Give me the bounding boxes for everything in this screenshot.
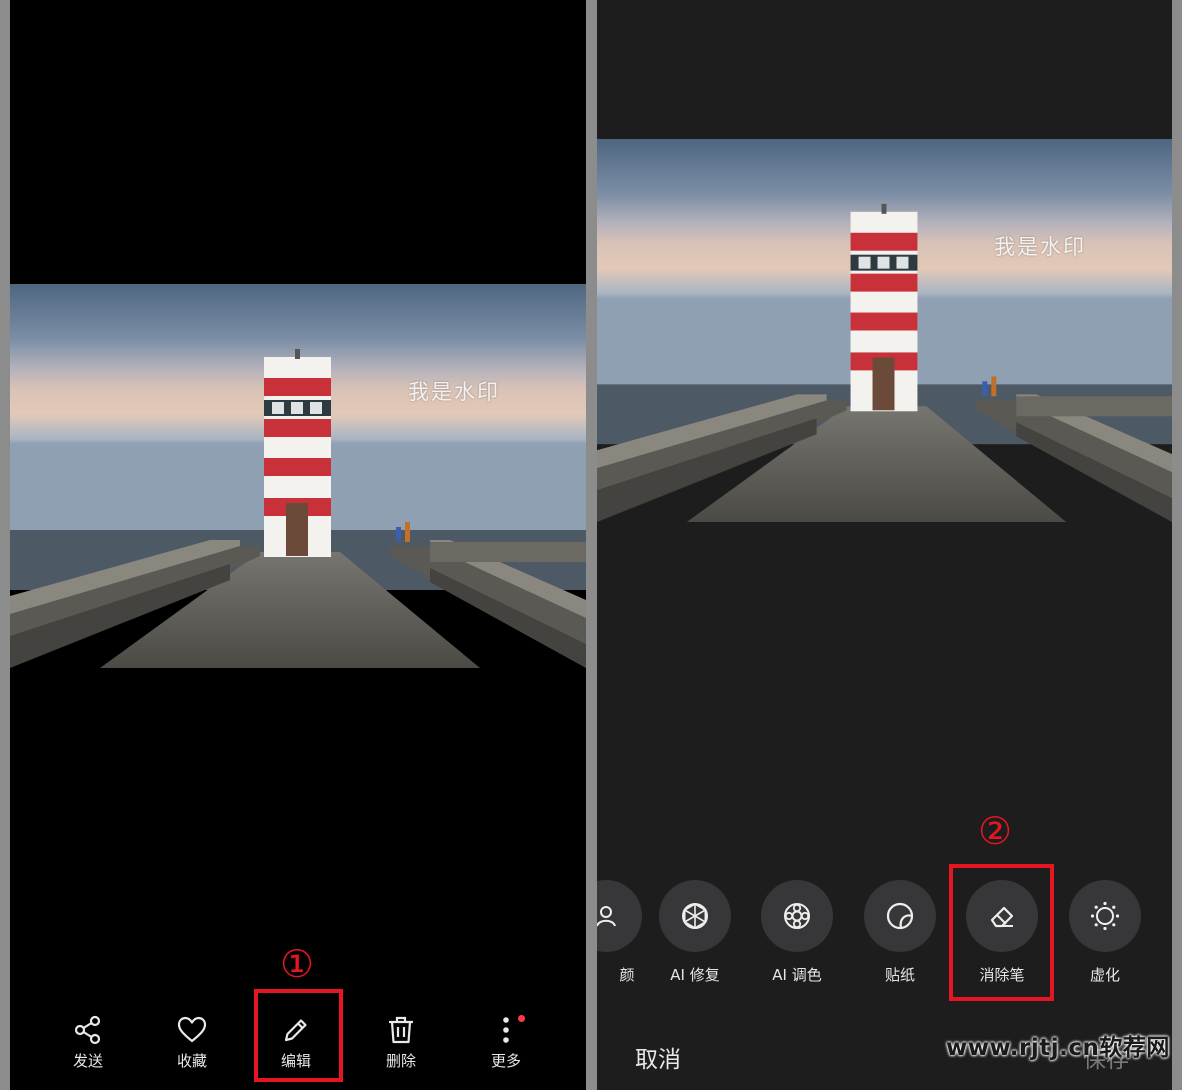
- aperture-icon: [682, 902, 708, 930]
- gallery-viewer-panel: 我是水印 发送 收藏 编辑 删除 更多 ①: [10, 0, 586, 1090]
- tool-ai-color-label: AI 调色: [772, 966, 822, 984]
- eraser-highlight-box: [949, 864, 1054, 1001]
- tool-blur-circle: [1069, 880, 1141, 952]
- trash-icon: [389, 1016, 413, 1044]
- lighthouse-photo: [597, 139, 1172, 522]
- step-marker-2: ②: [978, 809, 1013, 853]
- photo-edit-canvas[interactable]: 我是水印: [597, 139, 1172, 522]
- tool-ai-color[interactable]: AI 调色: [749, 880, 845, 985]
- favorite-button[interactable]: 收藏: [152, 1014, 232, 1078]
- share-icon: [74, 1015, 101, 1045]
- tool-sticker-circle: [864, 880, 936, 952]
- tool-ai-repair-circle: [659, 880, 731, 952]
- tool-blur[interactable]: 虚化: [1057, 880, 1153, 985]
- edit-highlight-box: [254, 989, 343, 1082]
- palette-wheel-icon: [784, 903, 810, 929]
- tool-sticker[interactable]: 贴纸: [852, 880, 948, 985]
- share-button[interactable]: 发送: [48, 1014, 128, 1078]
- blur-icon: [1090, 901, 1120, 931]
- tool-blur-label: 虚化: [1089, 966, 1120, 984]
- more-label: 更多: [490, 1052, 521, 1070]
- favorite-label: 收藏: [176, 1052, 207, 1070]
- delete-button[interactable]: 删除: [361, 1014, 441, 1078]
- step-marker-1: ①: [280, 942, 315, 986]
- tool-ai-repair-label: AI 修复: [670, 966, 720, 984]
- photo-editor-panel: 我是水印 颜 AI 修复 AI 调色 贴纸 消除笔 虚化 ② 取消 保存: [597, 0, 1172, 1090]
- notification-dot: [518, 1015, 525, 1022]
- photo-watermark-text: 我是水印: [408, 380, 500, 404]
- tool-beauty-label: 颜: [619, 966, 635, 984]
- tool-sticker-label: 贴纸: [884, 966, 915, 984]
- beauty-icon: [597, 906, 616, 927]
- cancel-button[interactable]: 取消: [635, 1040, 681, 1074]
- lighthouse-photo: [10, 284, 586, 668]
- share-label: 发送: [72, 1052, 103, 1070]
- more-button[interactable]: 更多: [466, 1014, 546, 1078]
- photo-watermark-text: 我是水印: [994, 235, 1086, 259]
- tool-beauty-circle: [597, 880, 642, 952]
- heart-icon: [177, 1016, 207, 1043]
- tool-ai-color-circle: [761, 880, 833, 952]
- tool-beauty[interactable]: 颜: [597, 880, 654, 985]
- sticker-icon: [886, 902, 914, 930]
- site-watermark: www.rjtj.cn软荐网: [946, 1035, 1170, 1061]
- photo-preview[interactable]: 我是水印: [10, 284, 586, 668]
- delete-label: 删除: [385, 1052, 416, 1070]
- tool-ai-repair[interactable]: AI 修复: [647, 880, 743, 985]
